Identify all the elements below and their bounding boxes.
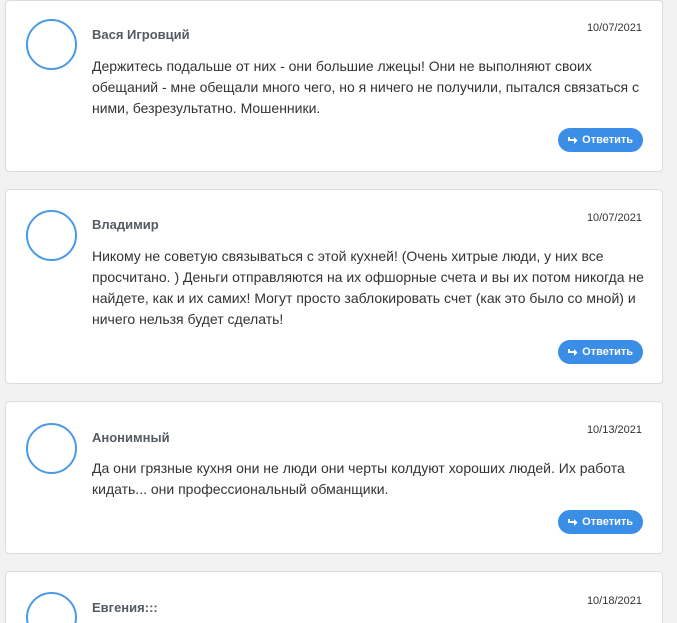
comments-feed: Вася Игровций 10/07/2021 Держитесь подал… xyxy=(0,0,677,623)
comment-date: 10/07/2021 xyxy=(586,212,642,224)
reply-arrow-icon xyxy=(567,518,578,527)
reply-arrow-icon xyxy=(567,348,578,357)
comment-text: Держитесь подальше от них - они большие … xyxy=(92,58,640,116)
reply-button-label: Ответить xyxy=(582,346,633,358)
comment-card: Владимир 10/07/2021 Никому не советую св… xyxy=(5,189,663,384)
comment-author: Евгения::: xyxy=(92,600,158,615)
reply-button-label: Ответить xyxy=(582,134,633,146)
comment-date: 10/07/2021 xyxy=(586,22,642,34)
comment-date: 10/13/2021 xyxy=(586,424,642,436)
comment-card: Евгения::: 10/18/2021 xyxy=(5,571,663,623)
reply-arrow-icon xyxy=(567,136,578,145)
comment-card: Вася Игровций 10/07/2021 Держитесь подал… xyxy=(5,0,663,172)
comment-author: Вася Игровций xyxy=(92,27,190,42)
avatar xyxy=(26,210,77,261)
reply-button[interactable]: Ответить xyxy=(558,128,643,152)
avatar xyxy=(26,19,77,70)
comment-author: Владимир xyxy=(92,217,159,232)
reply-button-label: Ответить xyxy=(582,516,633,528)
comment-author: Анонимный xyxy=(92,430,170,445)
comment-date: 10/18/2021 xyxy=(586,595,642,607)
avatar xyxy=(26,592,77,623)
avatar xyxy=(26,423,77,474)
reply-button[interactable]: Ответить xyxy=(558,340,643,364)
reply-button[interactable]: Ответить xyxy=(558,510,643,534)
comment-text: Да они грязные кухня они не люди они чер… xyxy=(92,460,625,497)
comment-text: Никому не советую связываться с этой кух… xyxy=(92,248,644,327)
comment-card: Анонимный 10/13/2021 Да они грязные кухн… xyxy=(5,401,663,554)
